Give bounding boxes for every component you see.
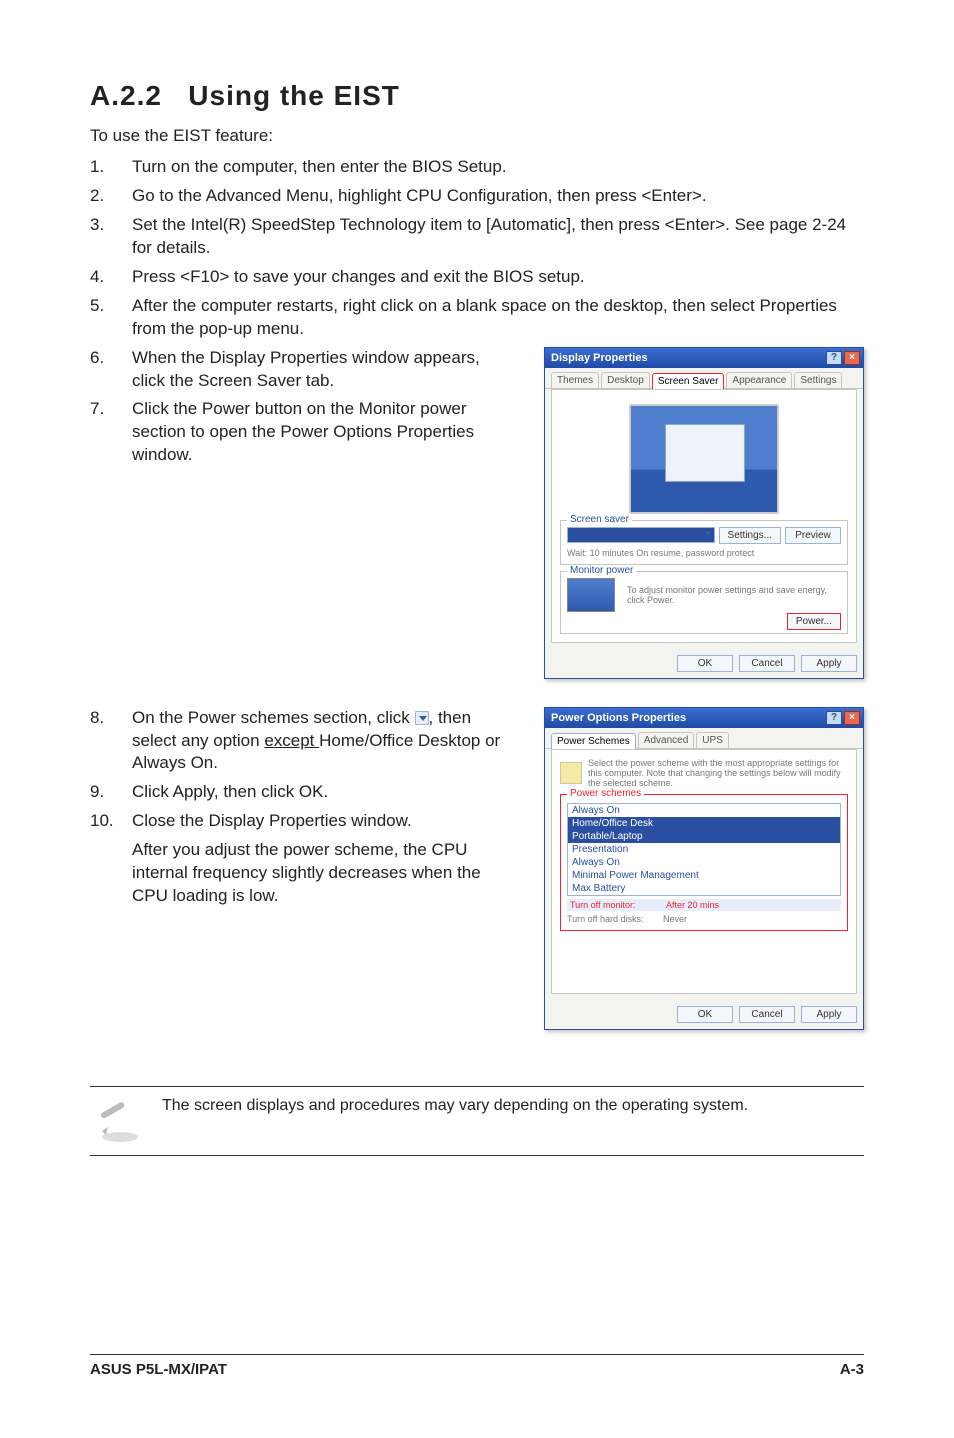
turn-off-monitor-value[interactable]: After 20 mins: [666, 900, 719, 910]
dialog-title: Power Options Properties: [551, 712, 686, 724]
turn-off-hd-label: Turn off hard disks:: [567, 914, 657, 924]
apply-button[interactable]: Apply: [801, 1006, 857, 1023]
step-3: Set the Intel(R) SpeedStep Technology it…: [90, 214, 864, 260]
section-number: A.2.2: [90, 80, 162, 111]
note-box: The screen displays and procedures may v…: [90, 1086, 864, 1156]
monitor-thumb-icon: [567, 578, 615, 612]
step-2: Go to the Advanced Menu, highlight CPU C…: [90, 185, 864, 208]
screen-saver-select[interactable]: [567, 527, 715, 543]
turn-off-monitor-label: Turn off monitor:: [570, 900, 660, 910]
turn-off-hd-value[interactable]: Never: [663, 914, 687, 924]
step-10: Close the Display Properties window.: [90, 810, 516, 833]
note-text: The screen displays and procedures may v…: [162, 1097, 748, 1115]
section-heading: A.2.2 Using the EIST: [90, 80, 864, 112]
tab-power-schemes[interactable]: Power Schemes: [551, 733, 636, 749]
cancel-button[interactable]: Cancel: [739, 1006, 795, 1023]
step-4: Press <F10> to save your changes and exi…: [90, 266, 864, 289]
step-1: Turn on the computer, then enter the BIO…: [90, 156, 864, 179]
settings-button[interactable]: Settings...: [719, 527, 781, 544]
power-options-dialog: Power Options Properties ? × Power Schem…: [544, 707, 864, 1030]
apply-button[interactable]: Apply: [801, 655, 857, 672]
power-schemes-list[interactable]: Always On Home/Office Desk Portable/Lapt…: [567, 803, 841, 896]
step-7: Click the Power button on the Monitor po…: [90, 398, 516, 467]
tab-settings[interactable]: Settings: [794, 372, 842, 388]
screen-saver-legend: Screen saver: [567, 514, 632, 525]
tab-advanced[interactable]: Advanced: [638, 732, 694, 748]
list-item[interactable]: Max Battery: [568, 882, 840, 895]
tab-appearance[interactable]: Appearance: [726, 372, 792, 388]
after-note: After you adjust the power scheme, the C…: [90, 839, 516, 908]
help-icon[interactable]: ?: [826, 711, 842, 725]
list-item[interactable]: Minimal Power Management: [568, 869, 840, 882]
power-desc: Select the power scheme with the most ap…: [588, 758, 848, 788]
ok-button[interactable]: OK: [677, 1006, 733, 1023]
preview-button[interactable]: Preview: [785, 527, 841, 544]
monitor-preview: [629, 404, 779, 514]
list-item[interactable]: Always On: [568, 804, 840, 817]
step-8: On the Power schemes section, click , th…: [90, 707, 516, 776]
dialog-title: Display Properties: [551, 352, 648, 364]
step-9: Click Apply, then click OK.: [90, 781, 516, 804]
tab-screen-saver[interactable]: Screen Saver: [652, 373, 725, 389]
display-properties-dialog: Display Properties ? × Themes Desktop Sc…: [544, 347, 864, 679]
section-title-text: Using the EIST: [188, 80, 400, 111]
step-5: After the computer restarts, right click…: [90, 295, 864, 341]
tab-desktop[interactable]: Desktop: [601, 372, 650, 388]
footer-right: A-3: [840, 1361, 864, 1378]
pencil-note-icon: [96, 1097, 144, 1145]
tab-themes[interactable]: Themes: [551, 372, 599, 388]
list-item[interactable]: Home/Office Desk: [568, 817, 840, 830]
monitor-power-text: To adjust monitor power settings and sav…: [627, 585, 841, 605]
ok-button[interactable]: OK: [677, 655, 733, 672]
power-button[interactable]: Power...: [787, 613, 841, 630]
step-6: When the Display Properties window appea…: [90, 347, 516, 393]
intro-text: To use the EIST feature:: [90, 126, 864, 146]
footer-left: ASUS P5L-MX/IPAT: [90, 1361, 227, 1378]
battery-icon: [560, 762, 582, 784]
close-icon[interactable]: ×: [844, 711, 860, 725]
list-item[interactable]: Always On: [568, 856, 840, 869]
monitor-power-legend: Monitor power: [567, 565, 636, 576]
power-schemes-legend: Power schemes: [567, 788, 644, 799]
help-icon[interactable]: ?: [826, 351, 842, 365]
list-item[interactable]: Portable/Laptop: [568, 830, 840, 843]
tab-ups[interactable]: UPS: [696, 732, 729, 748]
dropdown-caret-icon: [415, 711, 429, 725]
list-item[interactable]: Presentation: [568, 843, 840, 856]
close-icon[interactable]: ×: [844, 351, 860, 365]
wait-row: Wait: 10 minutes On resume, password pro…: [567, 548, 841, 558]
cancel-button[interactable]: Cancel: [739, 655, 795, 672]
